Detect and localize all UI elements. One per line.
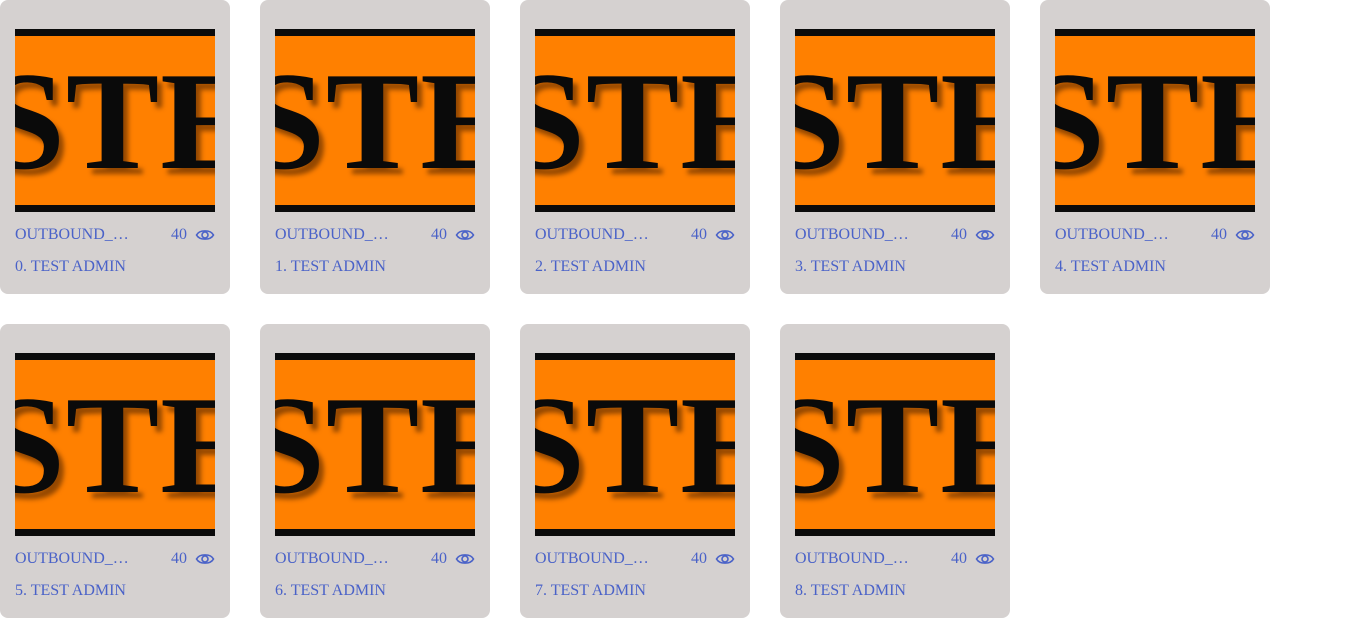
card-meta-row: OUTBOUND_… 40	[275, 549, 475, 569]
author-link[interactable]: 7. TEST ADMIN	[535, 581, 646, 601]
eye-icon	[715, 554, 735, 564]
video-card[interactable]: STE OUTBOUND_… 40 2. TEST ADMIN	[520, 0, 750, 294]
author-link[interactable]: 0. TEST ADMIN	[15, 257, 126, 277]
video-title-link[interactable]: OUTBOUND_…	[795, 225, 911, 245]
card-meta-row: OUTBOUND_… 40	[275, 225, 475, 245]
eye-icon	[195, 554, 215, 564]
card-meta-row: OUTBOUND_… 40	[795, 549, 995, 569]
eye-icon	[715, 230, 735, 240]
video-card[interactable]: STE OUTBOUND_… 40 4. TEST ADMIN	[1040, 0, 1270, 294]
video-title-link[interactable]: OUTBOUND_…	[15, 225, 131, 245]
video-card-grid: STE OUTBOUND_… 40 0. TEST ADMIN STE OUTB…	[0, 0, 1366, 618]
video-card[interactable]: STE OUTBOUND_… 40 1. TEST ADMIN	[260, 0, 490, 294]
thumbnail-text: STE	[795, 44, 995, 199]
view-count: 40	[951, 226, 967, 243]
video-title-link[interactable]: OUTBOUND_…	[275, 549, 391, 569]
video-thumbnail[interactable]: STE	[15, 353, 215, 536]
card-meta-row: OUTBOUND_… 40	[535, 225, 735, 245]
thumbnail-text: STE	[15, 368, 215, 523]
video-title-link[interactable]: OUTBOUND_…	[535, 549, 651, 569]
eye-icon	[975, 230, 995, 240]
video-thumbnail[interactable]: STE	[275, 353, 475, 536]
author-link[interactable]: 3. TEST ADMIN	[795, 257, 906, 277]
author-link[interactable]: 5. TEST ADMIN	[15, 581, 126, 601]
video-card[interactable]: STE OUTBOUND_… 40 3. TEST ADMIN	[780, 0, 1010, 294]
author-link[interactable]: 4. TEST ADMIN	[1055, 257, 1166, 277]
video-thumbnail[interactable]: STE	[1055, 29, 1255, 212]
view-count: 40	[691, 226, 707, 243]
eye-icon	[455, 230, 475, 240]
thumbnail-text: STE	[795, 368, 995, 523]
eye-icon	[455, 554, 475, 564]
video-thumbnail[interactable]: STE	[15, 29, 215, 212]
author-link[interactable]: 8. TEST ADMIN	[795, 581, 906, 601]
view-count: 40	[171, 550, 187, 567]
view-count: 40	[691, 550, 707, 567]
video-thumbnail[interactable]: STE	[795, 29, 995, 212]
video-thumbnail[interactable]: STE	[535, 353, 735, 536]
video-title-link[interactable]: OUTBOUND_…	[535, 225, 651, 245]
thumbnail-text: STE	[1055, 44, 1255, 199]
thumbnail-text: STE	[275, 368, 475, 523]
video-thumbnail[interactable]: STE	[795, 353, 995, 536]
thumbnail-text: STE	[15, 44, 215, 199]
video-thumbnail[interactable]: STE	[275, 29, 475, 212]
view-count: 40	[171, 226, 187, 243]
video-title-link[interactable]: OUTBOUND_…	[15, 549, 131, 569]
author-link[interactable]: 6. TEST ADMIN	[275, 581, 386, 601]
thumbnail-text: STE	[535, 44, 735, 199]
view-count: 40	[431, 550, 447, 567]
author-link[interactable]: 1. TEST ADMIN	[275, 257, 386, 277]
thumbnail-text: STE	[275, 44, 475, 199]
card-meta-row: OUTBOUND_… 40	[795, 225, 995, 245]
view-count: 40	[951, 550, 967, 567]
eye-icon	[195, 230, 215, 240]
eye-icon	[975, 554, 995, 564]
author-link[interactable]: 2. TEST ADMIN	[535, 257, 646, 277]
video-card[interactable]: STE OUTBOUND_… 40 0. TEST ADMIN	[0, 0, 230, 294]
video-card[interactable]: STE OUTBOUND_… 40 7. TEST ADMIN	[520, 324, 750, 618]
video-title-link[interactable]: OUTBOUND_…	[275, 225, 391, 245]
card-meta-row: OUTBOUND_… 40	[15, 549, 215, 569]
video-card[interactable]: STE OUTBOUND_… 40 6. TEST ADMIN	[260, 324, 490, 618]
video-card[interactable]: STE OUTBOUND_… 40 8. TEST ADMIN	[780, 324, 1010, 618]
video-card[interactable]: STE OUTBOUND_… 40 5. TEST ADMIN	[0, 324, 230, 618]
card-meta-row: OUTBOUND_… 40	[535, 549, 735, 569]
view-count: 40	[1211, 226, 1227, 243]
card-meta-row: OUTBOUND_… 40	[1055, 225, 1255, 245]
video-title-link[interactable]: OUTBOUND_…	[1055, 225, 1171, 245]
eye-icon	[1235, 230, 1255, 240]
card-meta-row: OUTBOUND_… 40	[15, 225, 215, 245]
video-title-link[interactable]: OUTBOUND_…	[795, 549, 911, 569]
video-thumbnail[interactable]: STE	[535, 29, 735, 212]
thumbnail-text: STE	[535, 368, 735, 523]
view-count: 40	[431, 226, 447, 243]
